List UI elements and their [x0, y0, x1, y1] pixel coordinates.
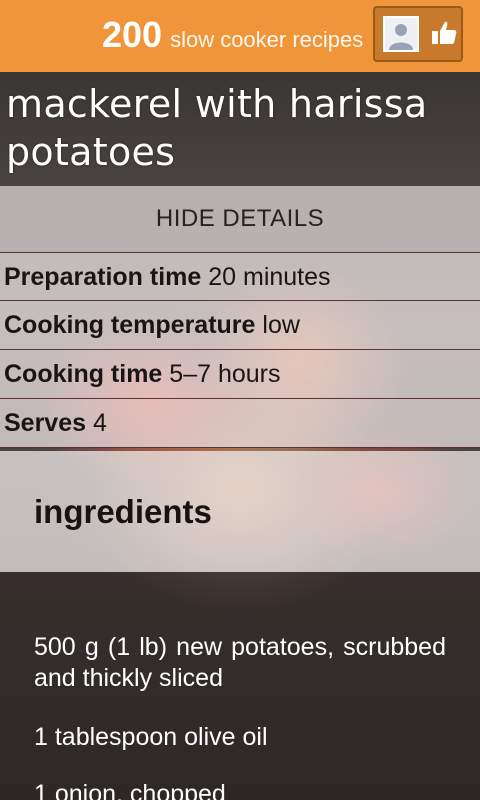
- app-title-number: 200: [102, 14, 163, 55]
- detail-value: 4: [92, 409, 107, 437]
- list-item: 500 g (1 lb) new potatoes, scrubbed and …: [34, 633, 446, 692]
- app-title: 200 slow cooker recipes: [102, 14, 363, 56]
- thumbs-up-icon[interactable]: [429, 18, 459, 48]
- ingredients-heading: ingredients: [34, 493, 212, 530]
- detail-row-cooking-temperature: Cooking temperature low: [0, 301, 480, 350]
- list-item: 1 onion, chopped: [34, 780, 226, 800]
- ingredients-list: 500 g (1 lb) new potatoes, scrubbed and …: [0, 572, 480, 800]
- list-item: 1 tablespoon olive oil: [34, 723, 268, 751]
- user-avatar-icon[interactable]: [383, 16, 419, 52]
- social-actions: [373, 6, 463, 62]
- hide-details-button[interactable]: HIDE DETAILS: [0, 186, 480, 252]
- detail-row-serves: Serves 4: [0, 399, 480, 448]
- detail-key: Serves: [4, 409, 87, 437]
- ingredients-header: ingredients: [0, 451, 480, 572]
- detail-value: 20 minutes: [208, 263, 331, 291]
- detail-key: Cooking temperature: [4, 311, 256, 339]
- app-top-bar: 200 slow cooker recipes: [0, 0, 480, 72]
- detail-value: 5–7 hours: [169, 360, 281, 388]
- recipe-title: mackerel with harissa potatoes: [6, 82, 428, 174]
- detail-value: low: [262, 311, 300, 339]
- recipe-details: Preparation time 20 minutes Cooking temp…: [0, 252, 480, 448]
- detail-row-preparation-time: Preparation time 20 minutes: [0, 252, 480, 301]
- detail-key: Cooking time: [4, 360, 163, 388]
- detail-key: Preparation time: [4, 263, 202, 291]
- detail-row-cooking-time: Cooking time 5–7 hours: [0, 350, 480, 399]
- app-title-name: slow cooker recipes: [170, 27, 364, 52]
